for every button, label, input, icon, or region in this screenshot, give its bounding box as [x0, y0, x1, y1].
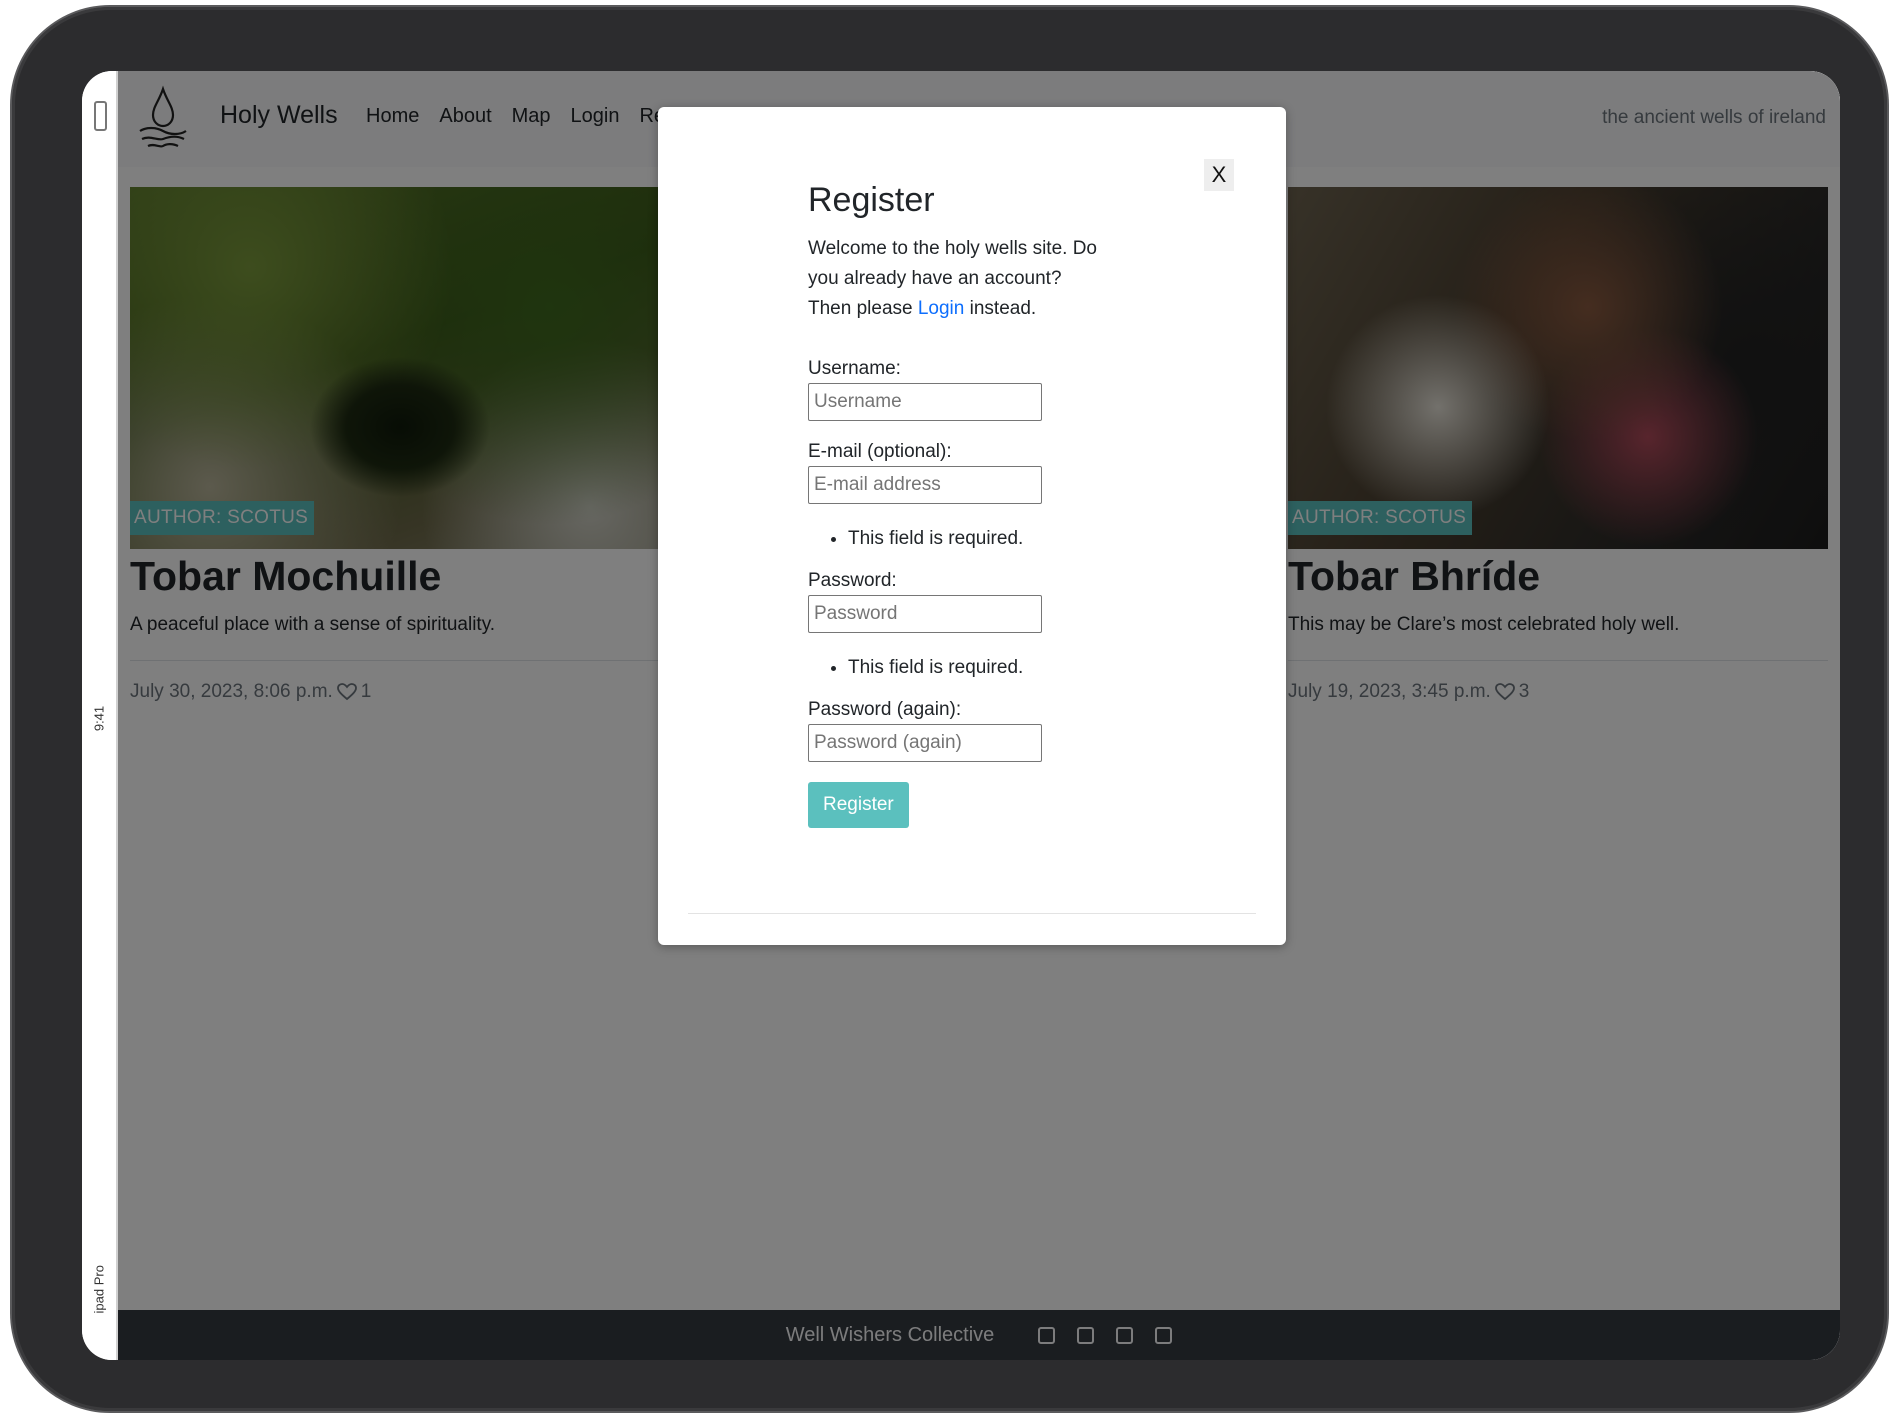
- password-again-input[interactable]: [808, 724, 1042, 762]
- intro-text-end: instead.: [964, 298, 1037, 319]
- device-label: ipad Pro: [91, 1265, 107, 1314]
- register-button[interactable]: Register: [808, 782, 909, 828]
- password-again-label: Password (again):: [808, 699, 962, 720]
- login-link[interactable]: Login: [918, 298, 965, 319]
- modal-divider: [688, 913, 1256, 914]
- battery-icon: [94, 101, 107, 131]
- password-error: This field is required.: [848, 657, 1108, 679]
- modal-intro: Welcome to the holy wells site. Do you a…: [808, 234, 1108, 324]
- email-label: E-mail (optional):: [808, 441, 952, 462]
- status-time: 9:41: [91, 705, 107, 732]
- username-label: Username:: [808, 358, 901, 379]
- ipad-frame: 9:41 ipad Pro Holy Wells Home About Map …: [12, 7, 1887, 1411]
- status-bar: 9:41 ipad Pro: [82, 71, 118, 1360]
- close-button[interactable]: X: [1204, 159, 1234, 191]
- email-error-list: This field is required.: [808, 528, 1108, 550]
- email-error: This field is required.: [848, 528, 1108, 550]
- email-input[interactable]: [808, 466, 1042, 504]
- username-input[interactable]: [808, 383, 1042, 421]
- modal-title: Register: [808, 181, 935, 219]
- modal-body: Register Welcome to the holy wells site.…: [808, 181, 1108, 828]
- password-error-list: This field is required.: [808, 657, 1108, 679]
- password-input[interactable]: [808, 595, 1042, 633]
- password-label: Password:: [808, 570, 897, 591]
- device-screen: 9:41 ipad Pro Holy Wells Home About Map …: [82, 71, 1840, 1360]
- register-modal: X Register Welcome to the holy wells sit…: [658, 107, 1286, 945]
- register-form: Username: E-mail (optional): This field …: [808, 358, 1108, 828]
- web-page: Holy Wells Home About Map Login Register…: [118, 71, 1840, 1360]
